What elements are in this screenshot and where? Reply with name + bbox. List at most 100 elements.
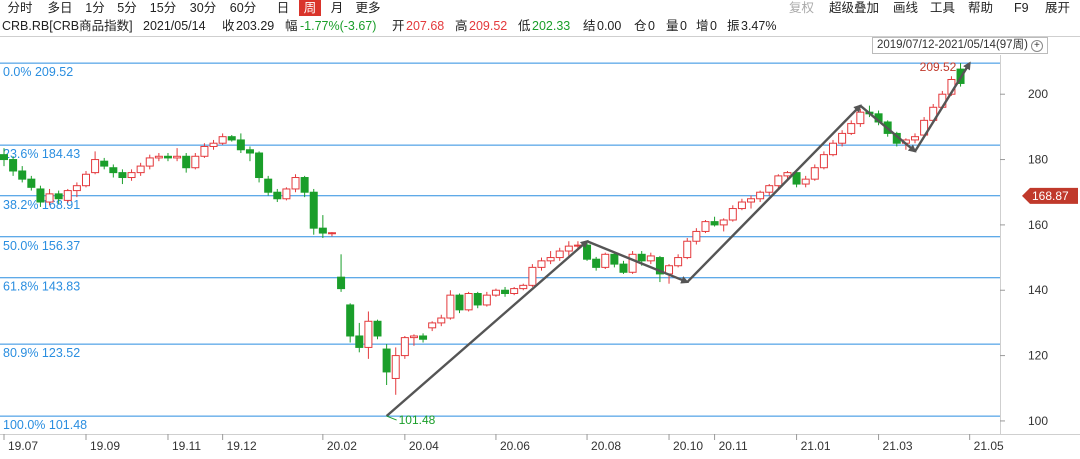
candle [63, 188, 72, 203]
x-tick-label: 19.12 [227, 439, 257, 453]
candle-body [373, 320, 382, 337]
candle-body [446, 294, 455, 319]
candle-body [628, 253, 637, 273]
candle-body [18, 170, 27, 180]
trend-arrow-0 [385, 239, 589, 417]
candle [601, 252, 610, 270]
date-range-selector[interactable]: 2019/07/12-2021/05/14(97周) + [872, 37, 1048, 54]
candle [501, 286, 510, 297]
candle-body [273, 191, 282, 200]
x-tick-label: 21.05 [974, 439, 1004, 453]
candle-body [692, 230, 701, 242]
candle [719, 218, 728, 232]
candle-body [747, 198, 756, 203]
x-tick-label: 19.09 [90, 439, 120, 453]
candle-body [765, 185, 774, 193]
candle [18, 166, 27, 183]
candle [255, 151, 264, 183]
candle-body [318, 227, 327, 234]
candle [646, 252, 655, 265]
candle [674, 254, 683, 268]
candle-body [327, 232, 336, 235]
candle [537, 257, 546, 271]
candle-body [728, 208, 737, 221]
expand-range-icon[interactable]: + [1030, 40, 1043, 52]
y-tick-label: 160 [1028, 218, 1048, 232]
fibonacci-levels: 0.0% 209.5223.6% 184.4338.2% 168.9150.0%… [0, 62, 1000, 432]
candle [337, 254, 346, 292]
fib-label-5: 80.9% 123.52 [3, 346, 80, 360]
candle-body [355, 335, 364, 348]
candle-body [610, 253, 619, 265]
candle [610, 252, 619, 268]
candle-body [182, 155, 191, 169]
candle-body [173, 155, 182, 159]
trend-arrow-2 [686, 104, 862, 283]
candle [728, 205, 737, 222]
candle [592, 256, 601, 271]
candle-body [583, 244, 592, 260]
candle-body [200, 145, 209, 157]
x-axis: 19.07 19.09 19.11 19.12 20.02 20.04 20.06 20.08… [3, 434, 1004, 453]
candle [747, 195, 756, 209]
candle-body [710, 221, 719, 226]
candle-body [829, 142, 838, 156]
candle-body [519, 284, 528, 290]
candle [182, 153, 191, 173]
candle [373, 319, 382, 340]
candle-body [856, 111, 865, 125]
candle-body [291, 177, 300, 190]
candle [136, 162, 145, 176]
candle [273, 188, 282, 203]
candle [72, 182, 81, 198]
candle-body [346, 304, 355, 337]
y-tick-label: 140 [1028, 283, 1048, 297]
candle-body [36, 188, 45, 203]
candlestick-chart: 0.0% 209.5223.6% 184.4338.2% 168.9150.0%… [0, 36, 1080, 453]
x-tick-label: 20.10 [673, 439, 703, 453]
candle [127, 169, 136, 181]
candle-body [127, 172, 136, 179]
candle-body [455, 294, 464, 311]
candle [482, 291, 491, 307]
candle-body [236, 139, 245, 151]
x-tick-label: 21.03 [883, 439, 913, 453]
candle-body [9, 159, 18, 172]
candle [473, 291, 482, 309]
candle [455, 293, 464, 314]
candle [628, 251, 637, 274]
candle [446, 290, 455, 320]
candle [282, 187, 291, 201]
candle [756, 190, 765, 203]
candle [801, 175, 810, 188]
candle-body [838, 132, 847, 144]
candle [911, 133, 919, 144]
candle [510, 286, 519, 296]
candle-body [719, 219, 728, 226]
candle-body [309, 191, 318, 229]
fib-label-1: 23.6% 184.43 [3, 147, 80, 161]
candle-body [437, 317, 446, 324]
x-tick-label: 19.11 [172, 439, 201, 453]
candle [218, 133, 227, 145]
candle-body [145, 157, 154, 167]
candle [245, 146, 254, 162]
candle-body [100, 160, 109, 167]
candle [765, 184, 774, 196]
candle-body [510, 288, 519, 295]
y-axis: 100 120 140 160 180 200 168.87 [1000, 87, 1078, 428]
candle-body [756, 191, 765, 200]
date-range-label: 2019/07/12-2021/05/14(97周) [877, 39, 1028, 51]
candle-body [528, 266, 537, 286]
high-annotation: 209.52 [920, 60, 957, 74]
candle [555, 247, 564, 261]
fib-label-3: 50.0% 156.37 [3, 239, 80, 253]
candle [683, 237, 692, 260]
candle [236, 133, 245, 154]
candle-body [27, 178, 36, 188]
candle [118, 169, 127, 185]
candle [264, 175, 273, 196]
candle [583, 242, 592, 261]
candle-body [501, 289, 510, 295]
fib-label-6: 100.0% 101.48 [3, 418, 87, 432]
